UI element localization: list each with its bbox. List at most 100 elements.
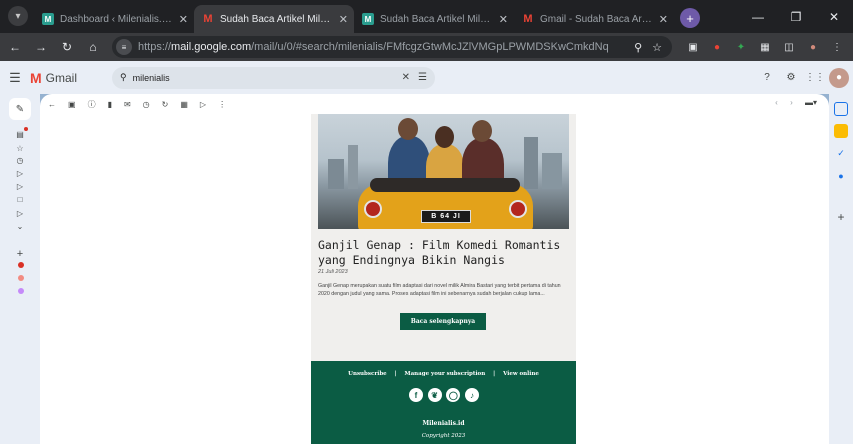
article-image[interactable]: B 64 JI [318, 114, 569, 229]
car-taillight-right [509, 200, 527, 218]
actor-right-head [472, 120, 492, 142]
inbox-icon[interactable]: ▤ [0, 130, 40, 139]
label-dot-pink[interactable] [18, 275, 24, 281]
tab-search-icon[interactable]: ▾ [8, 6, 28, 26]
move-to-icon[interactable]: ▦ [180, 100, 188, 109]
site-info-icon[interactable]: ≡ [116, 39, 132, 55]
restore-icon[interactable]: ❐ [777, 0, 815, 33]
tab-dashboard[interactable]: M Dashboard ‹ Milenialis.id — W… ✕ [34, 5, 194, 33]
more-options-icon[interactable]: ⋮ [218, 100, 226, 109]
gmail-logo[interactable]: M Gmail [30, 70, 108, 86]
extension-icon[interactable]: ▣ [684, 38, 702, 56]
expand-more-icon[interactable]: ⌄ [0, 222, 40, 231]
label-icon[interactable]: ▷ [200, 100, 206, 109]
clear-search-icon[interactable]: ✕ [402, 72, 410, 83]
building [348, 145, 358, 189]
extension-red-icon[interactable]: ● [708, 38, 726, 56]
forward-icon[interactable]: → [30, 36, 52, 58]
url-host: mail.google.com [171, 41, 252, 53]
important-icon[interactable]: ▷ [0, 169, 40, 178]
tiktok-icon[interactable]: ♪ [464, 388, 479, 402]
url-text[interactable]: https://mail.google.com/mail/u/0/#search… [138, 41, 634, 53]
settings-gear-icon[interactable]: ⚙ [781, 68, 801, 88]
minimize-icon[interactable]: — [739, 0, 777, 33]
extensions-puzzle-icon[interactable]: ▦ [756, 38, 774, 56]
license-plate: B 64 JI [421, 210, 471, 223]
starred-icon[interactable]: ☆ [0, 144, 40, 153]
gmail-favicon-icon: M [523, 13, 533, 25]
sent-icon[interactable]: ▷ [0, 182, 40, 191]
mail-search-bar[interactable]: ⚲ milenialis ✕ ☰ [112, 66, 435, 89]
add-to-tasks-icon[interactable]: ↻ [162, 100, 169, 109]
compose-pencil-icon[interactable]: ✎ [9, 98, 31, 120]
contacts-icon[interactable]: ● [834, 169, 848, 183]
tab-gmail-article[interactable]: M Sudah Baca Artikel Milenialis.id ✕ [194, 5, 354, 33]
instagram-icon[interactable]: ◯ [446, 388, 461, 402]
bookmark-star-icon[interactable]: ☆ [652, 41, 662, 54]
snoozed-clock-icon[interactable]: ◷ [0, 156, 40, 165]
new-tab-button[interactable]: + [680, 8, 700, 28]
article-date: 21 Juli 2023 [318, 269, 348, 275]
snooze-icon[interactable]: ◷ [143, 100, 150, 109]
link-separator: | [493, 371, 496, 377]
car-window [370, 178, 520, 192]
search-input[interactable]: milenialis [133, 73, 394, 83]
extension-color-icon[interactable]: ✦ [732, 38, 750, 56]
close-window-icon[interactable]: ✕ [815, 0, 853, 33]
side-panel-icon[interactable]: ◫ [780, 38, 798, 56]
manage-subscription-link[interactable]: Manage your subscription [405, 371, 486, 377]
get-addons-icon[interactable]: + [834, 210, 848, 224]
label-dot-red[interactable] [18, 262, 24, 268]
close-tab-icon[interactable]: ✕ [499, 13, 508, 26]
pagination: ‹ › ▬▾ [765, 98, 817, 107]
chrome-menu-icon[interactable]: ⋮ [828, 38, 846, 56]
facebook-icon[interactable]: f [409, 388, 423, 402]
drafts-icon[interactable]: □ [0, 195, 40, 204]
calendar-icon[interactable] [834, 102, 848, 116]
unread-dot [24, 127, 28, 131]
account-avatar[interactable]: ● [829, 67, 849, 88]
label-dot-purple[interactable] [18, 288, 24, 294]
help-icon[interactable]: ? [757, 68, 777, 88]
profile-avatar[interactable]: ● [804, 38, 822, 56]
close-tab-icon[interactable]: ✕ [179, 13, 188, 26]
search-options-icon[interactable]: ☰ [418, 72, 427, 83]
back-to-list-icon[interactable]: ← [48, 100, 56, 109]
building [328, 159, 344, 189]
reload-icon[interactable]: ↻ [56, 36, 78, 58]
footer-brand: Milenialis.id [422, 420, 465, 427]
extensions-area: ▣ ● ✦ ▦ ◫ ● ⋮ [684, 38, 852, 56]
apps-grid-icon[interactable]: ⋮⋮ [805, 68, 825, 88]
article-title[interactable]: Ganjil Genap : Film Komedi Romantis yang… [318, 238, 569, 268]
add-label-icon[interactable]: + [0, 248, 40, 260]
building [524, 137, 538, 189]
keep-icon[interactable] [834, 124, 848, 138]
close-tab-icon[interactable]: ✕ [339, 13, 348, 26]
tasks-icon[interactable]: ✓ [834, 146, 848, 160]
main-menu-icon[interactable]: ☰ [0, 70, 30, 86]
gmail-header: ☰ M Gmail ⚲ milenialis ✕ ☰ ? ⚙ ⋮⋮ ● [0, 61, 853, 94]
older-chevron-icon[interactable]: › [790, 98, 793, 107]
newer-chevron-icon[interactable]: ‹ [775, 98, 778, 107]
address-bar[interactable]: ≡ https://mail.google.com/mail/u/0/#sear… [112, 36, 672, 58]
twitter-icon[interactable]: ❦ [427, 388, 442, 402]
search-icon[interactable]: ⚲ [120, 72, 127, 83]
input-tools-icon[interactable]: ▬▾ [805, 98, 817, 107]
tab-milenialis-article[interactable]: M Sudah Baca Artikel Milenialis.id ✕ [354, 5, 514, 33]
gmail-brand-text: Gmail [45, 70, 78, 85]
view-online-link[interactable]: View online [503, 371, 539, 377]
archive-icon[interactable]: ▣ [68, 100, 76, 109]
report-spam-icon[interactable]: ⓘ [88, 99, 96, 110]
close-tab-icon[interactable]: ✕ [659, 13, 668, 26]
labels-icon[interactable]: ▷ [0, 209, 40, 218]
gmail-header-right: ? ⚙ ⋮⋮ ● [757, 61, 853, 94]
home-icon[interactable]: ⌂ [82, 36, 104, 58]
unsubscribe-link[interactable]: Unsubscribe [348, 371, 387, 377]
delete-icon[interactable]: ▮ [108, 100, 112, 109]
back-icon[interactable]: ← [4, 36, 26, 58]
zoom-search-icon[interactable]: ⚲ [634, 41, 642, 54]
url-path: /mail/u/0/#search/milenialis/FMfcgzGtwMc… [251, 41, 609, 53]
mark-unread-icon[interactable]: ✉ [124, 100, 131, 109]
tab-gmail-search[interactable]: M Gmail - Sudah Baca Artikel Mil… ✕ [514, 5, 674, 33]
read-more-button[interactable]: Baca selengkapnya [400, 313, 486, 330]
